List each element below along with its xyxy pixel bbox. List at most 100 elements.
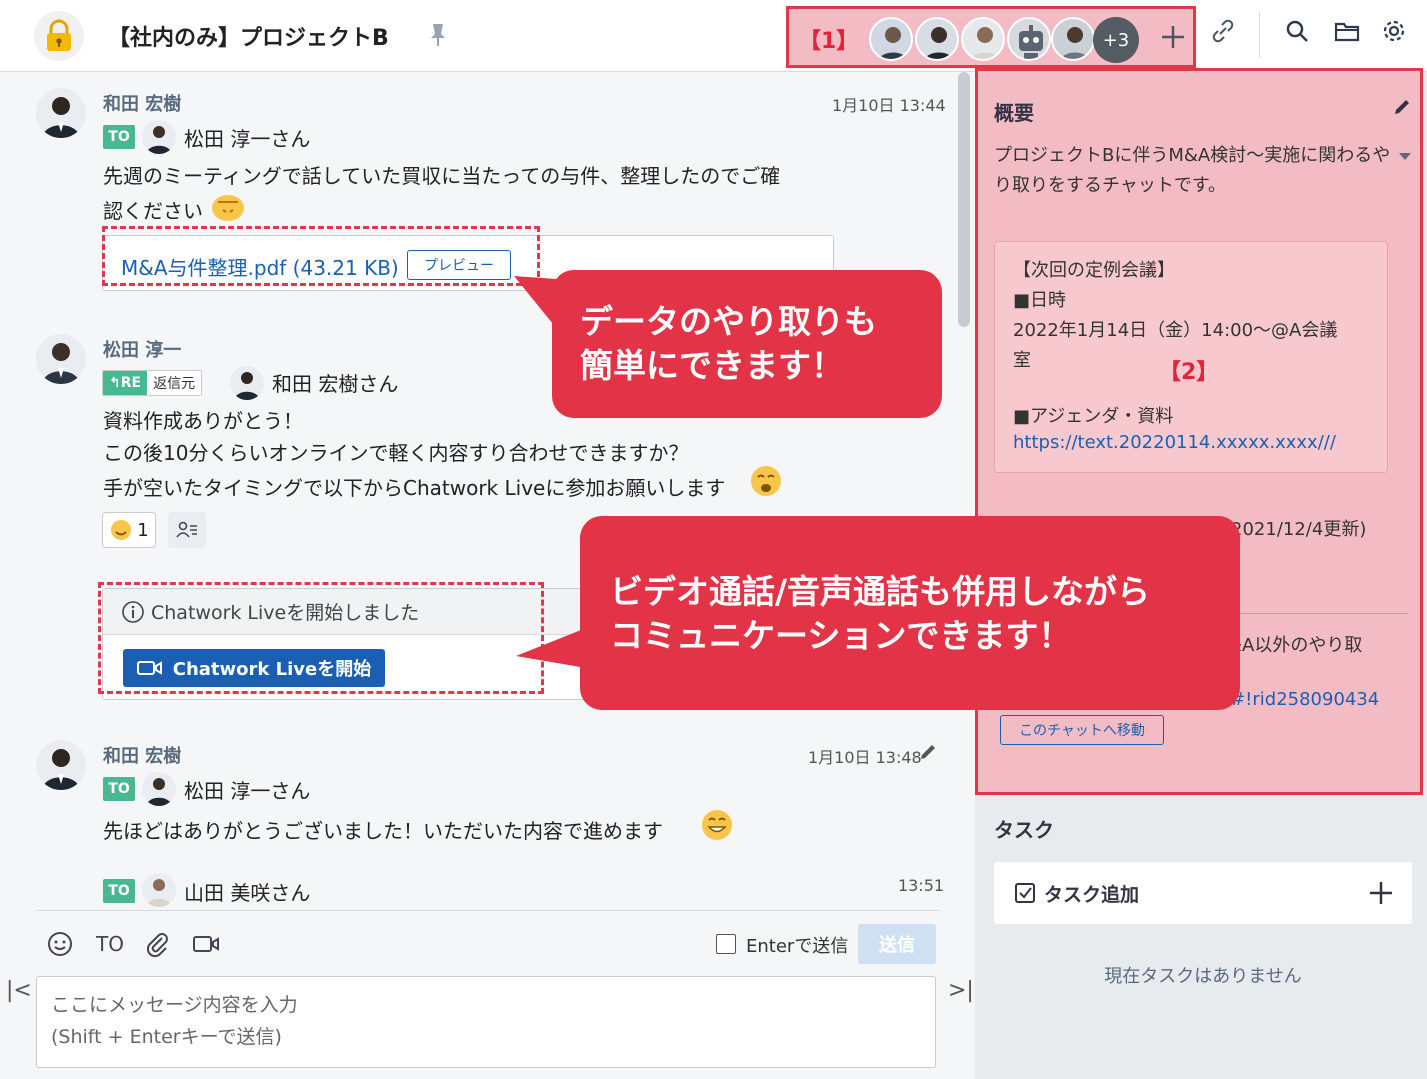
reply-badge[interactable]: ↰ RE 返信元 [102,370,203,396]
message-sender[interactable]: 松田 淳一 [103,336,181,362]
composer-divider [36,910,940,911]
add-task-button[interactable]: タスク追加 [994,862,1412,924]
reply-label: RE [120,375,142,391]
card-line: 【次回の定例会議】 [1013,260,1175,281]
pray-emoji-icon [748,464,784,504]
to-button[interactable]: TO [96,932,124,956]
grin-emoji-icon [700,808,734,846]
message-input-box[interactable] [36,976,936,1068]
send-button[interactable]: 送信 [858,924,936,964]
chat-room-link[interactable]: /#!rid258090434 [1224,689,1379,710]
callout-video-call: ビデオ通話/音声通話も併用しながら コミュニケーションできます！ [580,516,1240,710]
summary-divider [1228,613,1408,614]
to-recipient: 松田 淳一さん [184,127,311,151]
pin-icon[interactable] [428,22,448,52]
message-text: 先週のミーティングで話していた買収に当たっての与件、整理したのでご確 [103,164,781,188]
to-recipient: 松田 淳一さん [184,779,311,803]
edit-pencil-icon[interactable] [1392,97,1412,121]
header-divider [1259,12,1260,58]
card-link[interactable]: https://text.20220114.xxxxx.xxxx/// [1013,432,1336,453]
summary-description: プロジェクトBに伴うM&A検討〜実施に関わるやり取りをするチャットです。 [994,145,1391,196]
more-members-badge[interactable]: +3 [1093,17,1139,63]
task-checkbox-icon [1014,882,1036,908]
task-section-title: タスク [994,818,1054,842]
callout-line: 簡単にできます！ [580,346,844,385]
reply-recipient: 和田 宏樹さん [272,372,399,396]
message-time: 1月10日 13:48 [808,748,922,767]
member-box-label: 【1】 [799,29,859,54]
empty-task-message: 現在タスクはありません [1104,966,1302,987]
lock-icon [34,11,84,61]
folder-icon[interactable] [1333,18,1361,48]
add-member-icon[interactable] [1159,23,1187,55]
edited-pencil-icon [918,742,938,766]
member-avatar[interactable] [915,17,959,61]
avatar[interactable] [36,740,86,790]
plus-icon[interactable] [1368,880,1394,910]
message-text: この後10分くらいオンラインで軽く内容すり合わせできますか？ [103,441,689,465]
member-avatar[interactable] [961,17,1005,61]
to-recipient: 山田 美咲さん [184,881,311,905]
reaction-users-icon[interactable] [168,512,206,548]
move-to-chat-button[interactable]: このチャットへ移動 [1000,715,1164,745]
meeting-info-card: 【次回の定例会議】 ■日時 2022年1月14日（金）14:00〜@A会議 室 … [994,241,1388,473]
avatar [142,772,176,806]
live-highlight-dashed [98,582,544,694]
to-badge: TO [103,879,135,903]
message-input[interactable] [37,977,935,1067]
card-line: 室 [1013,350,1031,371]
bot-avatar[interactable] [1007,17,1051,61]
file-highlight-dashed [102,226,540,286]
search-icon[interactable] [1284,18,1310,48]
avatar [230,366,264,400]
callout-line: ビデオ通話/音声通話も併用しながら [610,572,1151,611]
bow-emoji-icon [210,190,246,226]
gear-icon[interactable] [1381,18,1407,48]
reply-icon: ↰ RE [103,371,148,395]
callout-line: コミュニケーションできます！ [610,616,1072,655]
avatar[interactable] [36,334,86,384]
member-avatar[interactable] [869,17,913,61]
enter-send-label: Enterで送信 [746,936,849,957]
emoji-icon[interactable] [46,930,74,962]
link-icon[interactable] [1210,18,1236,48]
avatar [142,120,176,154]
to-badge: TO [103,125,135,149]
room-header: 【社内のみ】プロジェクトB 【1】 +3 [0,0,1427,72]
summary-partial-text: &A以外のやり取 [1228,635,1363,656]
add-task-label: タスク追加 [1044,884,1140,906]
chat-scrollbar[interactable] [958,72,970,327]
enter-send-checkbox[interactable] [716,934,736,954]
callout-data-exchange: データのやり取りも 簡単にできます！ [552,270,942,418]
message-sender[interactable]: 和田 宏樹 [103,742,181,768]
member-list-highlight: 【1】 +3 [786,6,1196,68]
avatar [142,873,176,907]
message-time: 13:51 [898,876,945,895]
message-text: 認ください [103,199,203,223]
room-title: 【社内のみ】プロジェクトB [108,26,389,51]
avatar[interactable] [36,88,86,138]
collapse-right-icon[interactable]: >| [948,978,974,1003]
card-line: 2022年1月14日（金）14:00〜@A会議 [1013,320,1338,341]
message-text: 先ほどはありがとうございました！いただいた内容で進めます [103,819,663,843]
summary-box-label: 【2】 [1159,360,1219,385]
smile-emoji-icon [111,520,132,540]
attachment-icon[interactable] [144,930,170,962]
summary-title: 概要 [994,101,1034,125]
update-date: (2021/12/4更新) [1224,519,1367,540]
collapse-left-icon[interactable]: |< [6,978,32,1003]
video-call-icon[interactable] [192,934,220,958]
expand-caret-icon[interactable] [1398,147,1412,166]
message-text: 資料作成ありがとう！ [103,409,303,433]
message-text: 手が空いたタイミングで以下からChatwork Liveに参加お願いします [103,476,726,500]
card-line: ■日時 [1013,290,1067,311]
member-avatar[interactable] [1051,17,1095,61]
reply-source: 返信元 [147,371,202,395]
to-badge: TO [103,777,135,801]
card-line: ■アジェンダ・資料 [1013,406,1174,427]
reaction-count: 1 [137,519,149,541]
callout-line: データのやり取りも [580,302,877,341]
message-time: 1月10日 13:44 [832,96,946,115]
message-sender[interactable]: 和田 宏樹 [103,90,181,116]
reaction-badge[interactable]: 1 [102,512,156,548]
